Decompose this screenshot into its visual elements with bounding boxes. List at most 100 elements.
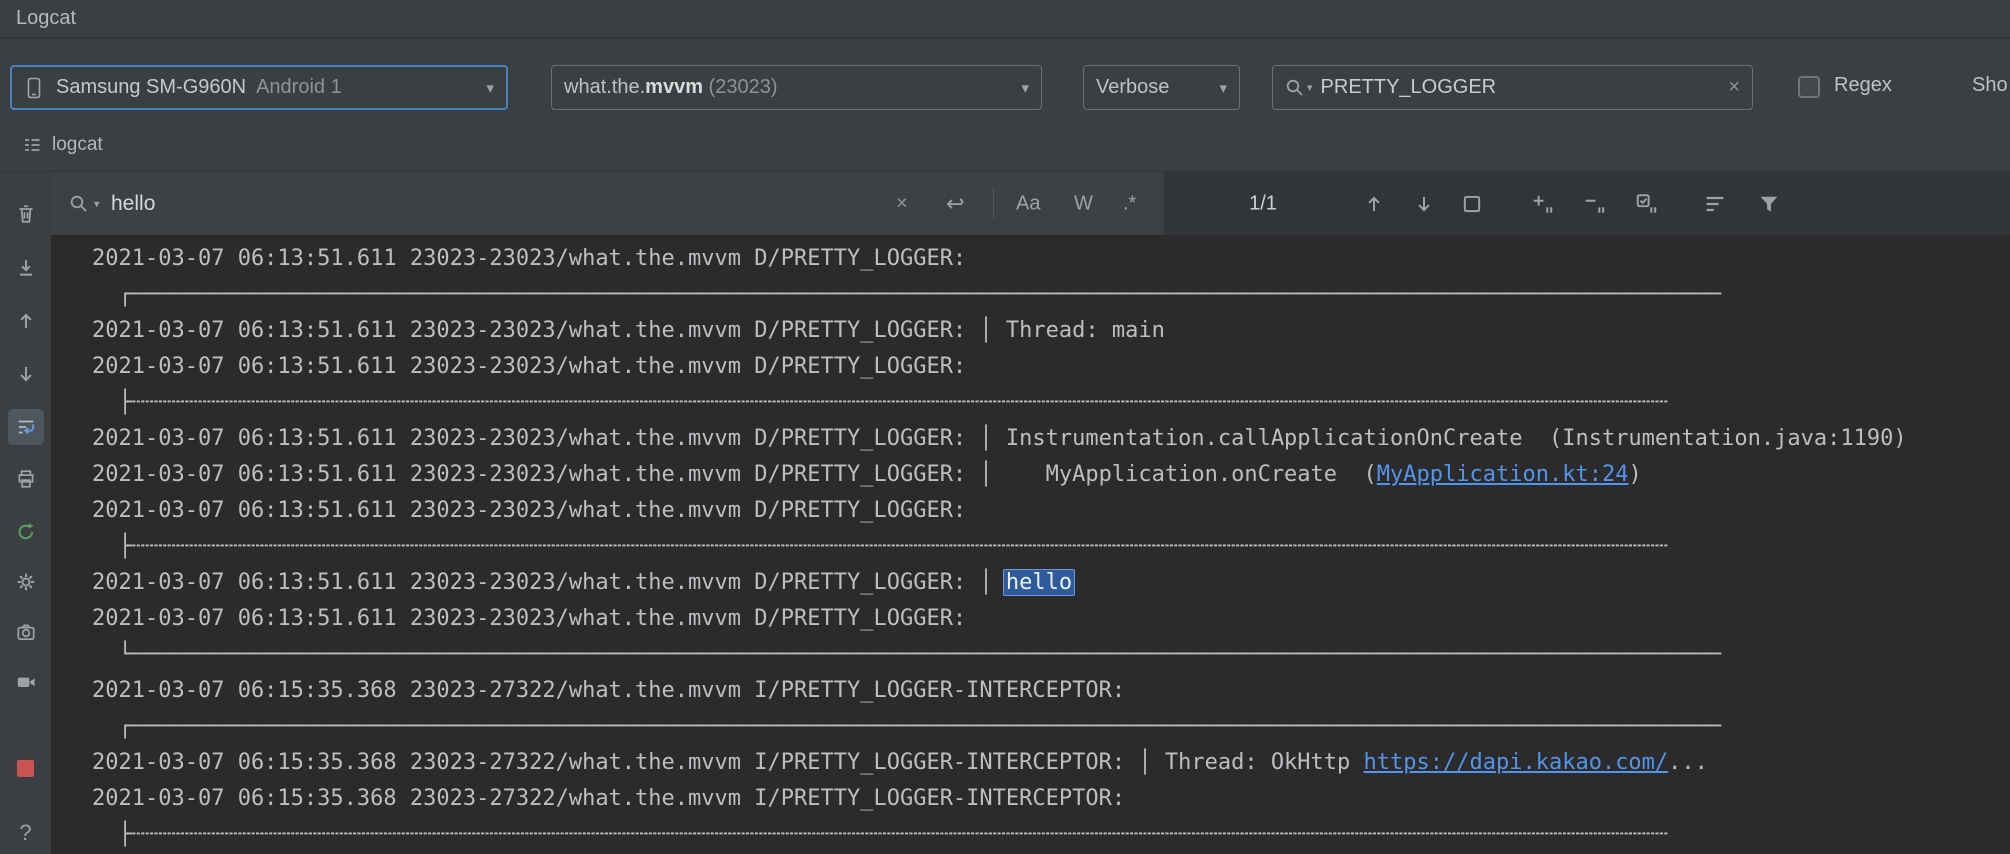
restart-logcat-button[interactable] — [8, 514, 44, 550]
log-line: 2021-03-07 06:13:51.611 23023-23023/what… — [92, 457, 2010, 493]
gear-icon — [15, 571, 37, 593]
help-button[interactable]: ? — [8, 815, 44, 851]
log-text: ├┄┄┄┄┄┄┄┄┄┄┄┄┄┄┄┄┄┄┄┄┄┄┄┄┄┄┄┄┄┄┄┄┄┄┄┄┄┄┄… — [92, 534, 1669, 559]
previous-occurrence-button[interactable] — [1363, 193, 1385, 215]
soft-wrap-button[interactable] — [7, 409, 44, 445]
log-area[interactable]: 2021-03-07 06:13:51.611 23023-23023/what… — [51, 235, 2010, 854]
tab-logcat[interactable]: logcat — [52, 134, 103, 156]
window-title: Logcat — [16, 7, 77, 29]
log-line: 2021-03-07 06:15:35.368 23023-27322/what… — [92, 781, 2010, 817]
find-search-icon — [69, 194, 89, 214]
log-text: ┌───────────────────────────────────────… — [92, 282, 1722, 307]
whole-words-toggle[interactable]: W — [1074, 192, 1093, 215]
logcat-tab-icon — [22, 135, 42, 155]
log-line: ├┄┄┄┄┄┄┄┄┄┄┄┄┄┄┄┄┄┄┄┄┄┄┄┄┄┄┄┄┄┄┄┄┄┄┄┄┄┄┄… — [92, 817, 2010, 853]
find-history-chevron-icon[interactable]: ▾ — [94, 197, 100, 210]
logcat-settings-button[interactable] — [8, 564, 44, 600]
log-link[interactable]: https://dapi.kakao.com/ — [1364, 750, 1669, 775]
clipped-show-label[interactable]: Sho — [1972, 74, 2008, 97]
log-link[interactable]: MyApplication.kt:24 — [1377, 462, 1629, 487]
log-text: 2021-03-07 06:15:35.368 23023-27322/what… — [92, 678, 1126, 703]
log-text: 2021-03-07 06:13:51.611 23023-23023/what… — [92, 318, 1165, 343]
process-selector[interactable]: what.the. mvvm (23023) ▾ — [551, 65, 1042, 110]
arrow-up-icon — [15, 310, 37, 332]
find-clear-icon[interactable]: × — [896, 192, 908, 215]
logcat-toolbar: Samsung SM-G960N Android 1 ▾ what.the. mv… — [0, 38, 2010, 120]
log-text: 2021-03-07 06:15:35.368 23023-27322/what… — [92, 750, 1364, 775]
regex-toggle[interactable]: .* — [1123, 192, 1136, 215]
filter-lines-icon[interactable] — [1703, 192, 1727, 216]
log-text: 2021-03-07 06:13:51.611 23023-23023/what… — [92, 606, 967, 631]
log-text: ├┄┄┄┄┄┄┄┄┄┄┄┄┄┄┄┄┄┄┄┄┄┄┄┄┄┄┄┄┄┄┄┄┄┄┄┄┄┄┄… — [92, 390, 1669, 415]
log-text: ┌───────────────────────────────────────… — [92, 714, 1722, 739]
search-history-chevron-icon[interactable]: ▾ — [1307, 81, 1313, 94]
add-filter-icon[interactable] — [1531, 192, 1555, 216]
tool-window-tabs: logcat — [0, 119, 2010, 172]
log-line: 2021-03-07 06:13:51.611 23023-23023/what… — [92, 241, 2010, 277]
next-occurrence-button[interactable] — [1413, 193, 1435, 215]
multiline-search-icon[interactable]: ↩ — [946, 191, 964, 217]
log-line: 2021-03-07 06:13:51.611 23023-23023/what… — [92, 565, 2010, 601]
log-line: ┌───────────────────────────────────────… — [92, 277, 2010, 313]
log-text: 2021-03-07 06:13:51.611 23023-23023/what… — [92, 462, 1377, 487]
open-results-window-icon[interactable] — [1461, 193, 1483, 215]
title-bar: Logcat — [0, 0, 2010, 38]
log-line: 2021-03-07 06:13:51.611 23023-23023/what… — [92, 421, 2010, 457]
down-stack-trace-button[interactable] — [8, 356, 44, 392]
log-text: ) — [1628, 462, 1642, 487]
arrow-down-icon — [15, 363, 37, 385]
video-camera-icon — [15, 671, 37, 693]
chevron-down-icon: ▾ — [1219, 79, 1227, 97]
screen-record-button[interactable] — [8, 664, 44, 700]
process-package-name: mvvm — [645, 76, 703, 98]
regex-checkbox[interactable] — [1798, 76, 1820, 98]
log-line: ├┄┄┄┄┄┄┄┄┄┄┄┄┄┄┄┄┄┄┄┄┄┄┄┄┄┄┄┄┄┄┄┄┄┄┄┄┄┄┄… — [92, 529, 2010, 565]
log-line: ┌───────────────────────────────────────… — [92, 709, 2010, 745]
camera-icon — [15, 621, 37, 643]
logcat-filter-search[interactable]: ▾ PRETTY_LOGGER × — [1272, 65, 1753, 110]
screen-capture-button[interactable] — [8, 614, 44, 650]
device-detail: Android 1 — [256, 76, 342, 98]
process-package-prefix: what.the. — [564, 76, 646, 98]
log-line: 2021-03-07 06:13:51.611 23023-23023/what… — [92, 493, 2010, 529]
regex-label: Regex — [1834, 74, 1892, 96]
log-line: 2021-03-07 06:15:35.368 23023-27322/what… — [92, 745, 2010, 781]
search-match-highlight: hello — [1002, 569, 1076, 596]
search-input-value[interactable]: PRETTY_LOGGER — [1321, 76, 1497, 99]
logcat-side-toolbar: ? — [0, 172, 52, 854]
find-query-input[interactable]: hello — [111, 192, 155, 216]
log-text: 2021-03-07 06:13:51.611 23023-23023/what… — [92, 498, 967, 523]
log-text: ... — [1668, 750, 1708, 775]
stop-icon — [17, 759, 34, 777]
remove-filter-icon[interactable] — [1583, 192, 1607, 216]
filter-checkbox-icon[interactable] — [1635, 192, 1659, 216]
log-text: ├┄┄┄┄┄┄┄┄┄┄┄┄┄┄┄┄┄┄┄┄┄┄┄┄┄┄┄┄┄┄┄┄┄┄┄┄┄┄┄… — [92, 822, 1669, 847]
chevron-down-icon: ▾ — [486, 79, 494, 97]
log-level-value: Verbose — [1096, 76, 1170, 98]
log-line: 2021-03-07 06:13:51.611 23023-23023/what… — [92, 601, 2010, 637]
up-stack-trace-button[interactable] — [8, 303, 44, 339]
log-lines: 2021-03-07 06:13:51.611 23023-23023/what… — [92, 241, 2010, 853]
log-text: 2021-03-07 06:13:51.611 23023-23023/what… — [92, 426, 1907, 451]
help-icon: ? — [19, 820, 32, 845]
log-text: 2021-03-07 06:13:51.611 23023-23023/what… — [92, 570, 1006, 595]
clear-search-icon[interactable]: × — [1728, 76, 1740, 99]
process-pid: (23023) — [702, 76, 778, 98]
log-line: 2021-03-07 06:13:51.611 23023-23023/what… — [92, 349, 2010, 385]
print-button[interactable] — [8, 461, 44, 497]
clear-logcat-button[interactable] — [8, 196, 44, 232]
trash-icon — [15, 203, 37, 225]
stop-button[interactable] — [8, 750, 44, 786]
log-level-selector[interactable]: Verbose ▾ — [1083, 65, 1240, 110]
log-line: ├┄┄┄┄┄┄┄┄┄┄┄┄┄┄┄┄┄┄┄┄┄┄┄┄┄┄┄┄┄┄┄┄┄┄┄┄┄┄┄… — [92, 385, 2010, 421]
soft-wrap-icon — [15, 416, 37, 438]
scroll-to-end-button[interactable] — [8, 250, 44, 286]
log-line: └───────────────────────────────────────… — [92, 637, 2010, 673]
device-selector[interactable]: Samsung SM-G960N Android 1 ▾ — [10, 65, 508, 110]
log-text: 2021-03-07 06:13:51.611 23023-23023/what… — [92, 354, 967, 379]
match-count: 1/1 — [1249, 192, 1277, 214]
log-text: 2021-03-07 06:15:35.368 23023-27322/what… — [92, 786, 1126, 811]
match-case-toggle[interactable]: Aa — [1016, 192, 1040, 215]
filter-funnel-icon[interactable] — [1757, 192, 1781, 216]
printer-icon — [15, 468, 37, 490]
